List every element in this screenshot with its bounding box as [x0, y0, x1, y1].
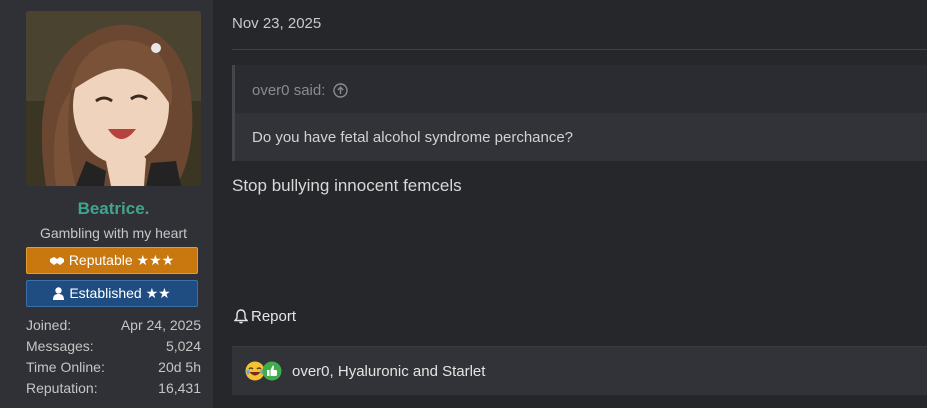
- report-link[interactable]: Report: [234, 308, 296, 325]
- user-stats: Joined: Apr 24, 2025 Messages: 5,024 Tim…: [26, 315, 201, 399]
- stat-label: Messages:: [26, 338, 94, 354]
- quote-header[interactable]: over0 said:: [252, 82, 349, 99]
- stat-value: 20d 5h: [158, 359, 201, 375]
- user-avatar[interactable]: [26, 11, 201, 186]
- stat-label: Time Online:: [26, 359, 105, 375]
- quote-body: Do you have fetal alcohol syndrome perch…: [235, 113, 927, 161]
- stat-value: Apr 24, 2025: [120, 317, 201, 333]
- quote-text: Do you have fetal alcohol syndrome perch…: [252, 129, 574, 146]
- reputable-badge: Reputable ★★★: [26, 247, 198, 274]
- sidebar-arrow: [204, 36, 213, 54]
- stat-value: 5,024: [165, 338, 201, 354]
- reaction-users[interactable]: over0, Hyaluronic and Starlet: [292, 363, 485, 380]
- post-header-divider: [232, 49, 927, 50]
- thumbs-up-icon: [262, 361, 282, 381]
- quote-block: over0 said: Do you have fetal alcohol sy…: [232, 65, 927, 161]
- post-message: Stop bullying innocent femcels: [232, 176, 462, 195]
- stat-messages: Messages: 5,024: [26, 336, 201, 357]
- established-badge: Established ★★: [26, 280, 198, 307]
- post-date[interactable]: Nov 23, 2025: [232, 15, 321, 32]
- bell-icon: [234, 309, 248, 324]
- user-icon: [53, 287, 65, 300]
- stat-label: Joined:: [26, 317, 72, 333]
- report-label: Report: [251, 308, 297, 325]
- stat-joined: Joined: Apr 24, 2025: [26, 315, 201, 336]
- handshake-icon: [49, 256, 64, 265]
- stat-label: Reputation:: [26, 380, 98, 396]
- stat-reputation: Reputation: 16,431: [26, 378, 201, 399]
- stat-value: 16,431: [158, 380, 201, 396]
- user-sidebar: Beatrice. Gambling with my heart Reputab…: [0, 0, 213, 408]
- user-title: Gambling with my heart: [39, 225, 188, 241]
- reactions-bar[interactable]: over0, Hyaluronic and Starlet: [232, 346, 927, 395]
- stat-time-online: Time Online: 20d 5h: [26, 357, 201, 378]
- reaction-icons: [245, 361, 282, 381]
- established-badge-label: Established ★★: [69, 285, 171, 301]
- quote-author: over0 said:: [252, 82, 326, 99]
- reputable-badge-label: Reputable ★★★: [68, 252, 175, 268]
- username[interactable]: Beatrice.: [0, 199, 227, 219]
- arrow-up-circle-icon[interactable]: [333, 83, 349, 98]
